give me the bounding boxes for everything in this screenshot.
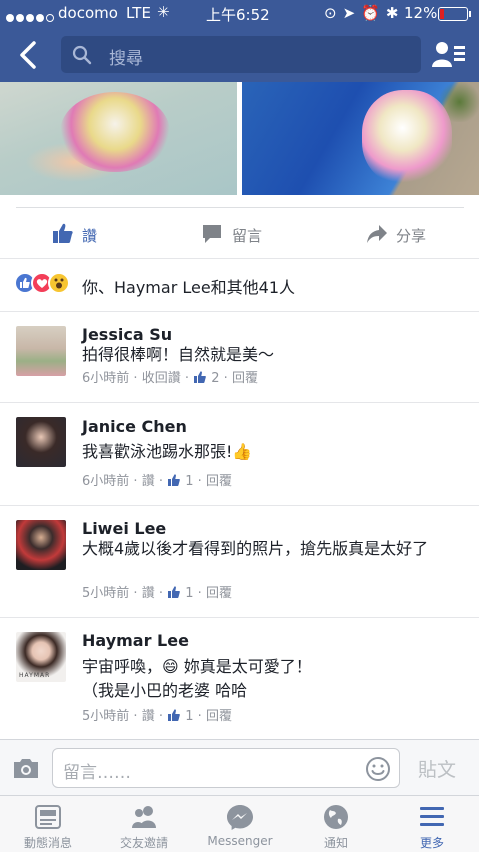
comment-text-line-2: （我是小巴的老婆 哈哈 <box>82 681 248 700</box>
thumbs-up-icon <box>168 474 180 486</box>
menu-icon <box>420 807 444 826</box>
avatar[interactable] <box>16 326 66 376</box>
tab-news-feed[interactable]: 動態消息 <box>0 796 96 853</box>
search-placeholder: 搜尋 <box>109 49 143 69</box>
battery-icon <box>438 7 468 21</box>
like-link[interactable]: 讚 <box>142 709 155 724</box>
thumbs-up-icon <box>168 709 180 721</box>
avatar[interactable] <box>16 520 66 570</box>
reaction-summary[interactable]: 你、Haymar Lee和其他41人 <box>82 274 295 298</box>
friend-requests-icon <box>132 806 156 828</box>
tab-bar: 動態消息 交友邀請 Messenger 通知 更多 <box>0 795 479 852</box>
post-button[interactable]: 貼文 <box>418 755 456 782</box>
search-icon <box>72 45 92 65</box>
news-feed-icon <box>35 805 61 829</box>
share-arrow-icon <box>367 225 387 243</box>
post-photos <box>0 82 479 195</box>
tab-messenger[interactable]: Messenger <box>192 796 288 853</box>
comment-text: 我喜歡泳池踢水那張!👍 <box>82 442 253 461</box>
pool-photo[interactable] <box>242 82 479 195</box>
comment-meta: 6小時前 · 讚 · 1 · 回覆 <box>82 474 232 489</box>
commenter-name[interactable]: Liwei Lee <box>82 519 166 538</box>
thumbs-up-icon <box>194 371 206 383</box>
top-bar: docomo LTE ✳ 上午6:52 ⊙➤⏰✱ 12% 搜尋 <box>0 0 479 82</box>
like-count: 1 <box>185 474 194 489</box>
globe-icon <box>324 805 348 829</box>
emoji-icon[interactable] <box>365 756 391 782</box>
commenter-name[interactable]: Haymar Lee <box>82 631 189 650</box>
thumbs-up-icon <box>168 586 180 598</box>
like-link[interactable]: 讚 <box>142 474 155 489</box>
comment-placeholder: 留言…… <box>63 763 131 783</box>
friends-list-icon[interactable] <box>432 40 466 68</box>
comment-text-line-1: 宇宙呼喚，😄 妳真是太可愛了！ <box>82 657 312 676</box>
status-icons: ⊙➤⏰✱ <box>324 4 405 22</box>
tab-notifications[interactable]: 通知 <box>288 796 384 853</box>
activity-icon: ✳ <box>157 3 170 21</box>
comment-input[interactable]: 留言…… <box>52 748 400 788</box>
comment-meta: 6小時前 · 收回讚 · 2 · 回覆 <box>82 371 258 386</box>
like-link[interactable]: 讚 <box>142 586 155 601</box>
reply-link[interactable]: 回覆 <box>206 474 232 489</box>
camera-icon[interactable] <box>12 757 40 779</box>
post-actions: 讚 留言 分享 <box>0 214 479 254</box>
signal-dots-icon <box>6 8 56 26</box>
tab-friend-requests[interactable]: 交友邀請 <box>96 796 192 853</box>
messenger-icon <box>227 805 253 830</box>
like-count: 2 <box>211 371 220 386</box>
avatar[interactable] <box>16 417 66 467</box>
status-time: 上午6:52 <box>206 6 270 24</box>
comment-text: 大概4歲以後才看得到的照片，搶先版真是太好了 <box>82 539 429 558</box>
comment-composer: 留言…… 貼文 <box>0 739 479 795</box>
comment-text: 拍得很棒啊！自然就是美～ <box>82 345 275 364</box>
reply-link[interactable]: 回覆 <box>206 709 232 724</box>
carrier-name: docomo <box>58 4 118 22</box>
comment-meta: 5小時前 · 讚 · 1 · 回覆 <box>82 586 232 601</box>
search-input[interactable]: 搜尋 <box>61 36 421 73</box>
unlike-link[interactable]: 收回讚 <box>142 371 181 386</box>
comment-meta: 5小時前 · 讚 · 1 · 回覆 <box>82 709 232 724</box>
network-type: LTE <box>126 4 151 22</box>
status-bar: docomo LTE ✳ 上午6:52 ⊙➤⏰✱ 12% <box>0 0 479 26</box>
comment-bubble-icon <box>203 225 221 243</box>
commenter-name[interactable]: Jessica Su <box>82 325 172 344</box>
avatar[interactable]: HAYMAR <box>16 632 66 682</box>
reply-link[interactable]: 回覆 <box>206 586 232 601</box>
thumbs-up-icon <box>53 223 73 243</box>
back-arrow-icon[interactable] <box>14 40 44 70</box>
beach-photo[interactable] <box>0 82 237 195</box>
commenter-name[interactable]: Janice Chen <box>82 417 187 436</box>
battery-percent: 12% <box>404 4 438 22</box>
tab-more[interactable]: 更多 <box>384 796 479 853</box>
like-count: 1 <box>185 586 194 601</box>
haha-reaction-icon <box>48 272 70 294</box>
reply-link[interactable]: 回覆 <box>232 371 258 386</box>
like-count: 1 <box>185 709 194 724</box>
